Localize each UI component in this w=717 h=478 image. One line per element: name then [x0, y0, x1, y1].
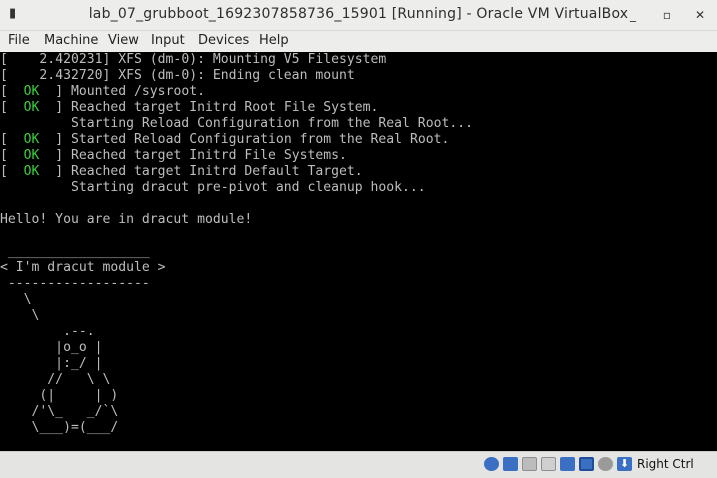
optical-drive-icon[interactable]	[503, 457, 518, 471]
console-line-text: // \ \	[0, 372, 111, 387]
console-line: [ OK ] Reached target Initrd Root File S…	[0, 100, 473, 116]
console-output: [ 2.420231] XFS (dm-0): Mounting V5 File…	[0, 52, 473, 436]
console-line: // \ \	[0, 372, 473, 388]
display-icon[interactable]	[598, 457, 613, 471]
floppy-icon[interactable]	[522, 457, 537, 471]
console-line: /'\_ _/`\	[0, 404, 473, 420]
console-line: Starting dracut pre-pivot and cleanup ho…	[0, 180, 473, 196]
close-button[interactable]: ✕	[690, 6, 710, 24]
harddisk-icon[interactable]	[484, 457, 499, 471]
console-line-text: \	[0, 292, 32, 307]
console-line-prefix: [	[0, 148, 24, 163]
ok-status: OK	[23, 100, 40, 115]
title-bar: ▮ lab_07_grubboot_1692307858736_15901 [R…	[0, 0, 717, 31]
menu-file[interactable]: File	[8, 33, 30, 48]
console-line: \	[0, 308, 473, 324]
console-line-text: Starting Reload Configuration from the R…	[0, 116, 473, 131]
console-line-text: < I'm dracut module >	[0, 260, 166, 275]
vm-display[interactable]: [ 2.420231] XFS (dm-0): Mounting V5 File…	[0, 52, 717, 451]
console-line-prefix: [	[0, 52, 40, 67]
console-line: [ OK ] Reached target Initrd File System…	[0, 148, 473, 164]
console-line-text: Hello! You are in dracut module!	[0, 212, 253, 227]
console-line: [ OK ] Mounted /sysroot.	[0, 84, 473, 100]
console-line-text: |:_/ |	[0, 356, 103, 371]
console-line-text: __________________	[0, 244, 150, 259]
console-line: Starting Reload Configuration from the R…	[0, 116, 473, 132]
console-line-text: ] Reached target Initrd Root File System…	[39, 100, 379, 115]
shared-folders-icon[interactable]	[579, 457, 594, 471]
console-line-text: (| | )	[0, 388, 119, 403]
console-line: __________________	[0, 244, 473, 260]
maximize-button[interactable]: ▫	[657, 6, 677, 24]
console-line-text: \___)=(___/	[0, 420, 119, 435]
console-line-text: ] Started Reload Configuration from the …	[39, 132, 450, 147]
console-line: [ 2.420231] XFS (dm-0): Mounting V5 File…	[0, 52, 473, 68]
console-line: < I'm dracut module >	[0, 260, 473, 276]
console-line-text: /'\_ _/`\	[0, 404, 119, 419]
menu-machine[interactable]: Machine	[44, 33, 98, 48]
console-line: ------------------	[0, 276, 473, 292]
minimize-button[interactable]: _	[623, 6, 643, 24]
console-line: |o_o |	[0, 340, 473, 356]
console-line-text: Starting dracut pre-pivot and cleanup ho…	[0, 180, 426, 195]
console-line: \	[0, 292, 473, 308]
console-line-text: ] Mounted /sysroot.	[39, 84, 205, 99]
console-line-text: 2.432720] XFS (dm-0): Ending clean mount	[39, 68, 355, 83]
console-line-text: ] Reached target Initrd Default Target.	[39, 164, 363, 179]
console-line: Hello! You are in dracut module!	[0, 212, 473, 228]
window-title: lab_07_grubboot_1692307858736_15901 [Run…	[88, 6, 629, 22]
mouse-integration-icon[interactable]: ⬇	[617, 457, 632, 471]
console-line: .--.	[0, 324, 473, 340]
menu-help[interactable]: Help	[259, 33, 289, 48]
usb-icon[interactable]	[560, 457, 575, 471]
menu-view[interactable]: View	[108, 33, 139, 48]
console-line: [ OK ] Started Reload Configuration from…	[0, 132, 473, 148]
ok-status: OK	[23, 132, 40, 147]
console-line: (| | )	[0, 388, 473, 404]
ok-status: OK	[23, 164, 40, 179]
console-line-prefix: [	[0, 84, 24, 99]
console-line-prefix: [	[0, 100, 24, 115]
console-line-text: 2.420231] XFS (dm-0): Mounting V5 Filesy…	[39, 52, 387, 67]
console-line: |:_/ |	[0, 356, 473, 372]
ok-status: OK	[23, 148, 40, 163]
menu-devices[interactable]: Devices	[198, 33, 249, 48]
network-icon[interactable]	[541, 457, 556, 471]
console-line: [ OK ] Reached target Initrd Default Tar…	[0, 164, 473, 180]
menu-bar: File Machine View Input Devices Help	[0, 31, 717, 52]
ok-status: OK	[23, 84, 40, 99]
console-line-text: ------------------	[0, 276, 150, 291]
console-line-text: |o_o |	[0, 340, 103, 355]
console-line: [ 2.432720] XFS (dm-0): Ending clean mou…	[0, 68, 473, 84]
console-line-prefix: [	[0, 68, 40, 83]
console-line: \___)=(___/	[0, 420, 473, 436]
status-bar: ⬇ Right Ctrl	[0, 451, 717, 478]
console-line-prefix: [	[0, 132, 24, 147]
console-line-prefix: [	[0, 164, 24, 179]
host-key-label: Right Ctrl	[637, 457, 694, 471]
console-line-text: .--.	[0, 324, 95, 339]
console-line-text: \	[0, 308, 40, 323]
menu-input[interactable]: Input	[151, 33, 185, 48]
console-line-text: ] Reached target Initrd File Systems.	[39, 148, 347, 163]
